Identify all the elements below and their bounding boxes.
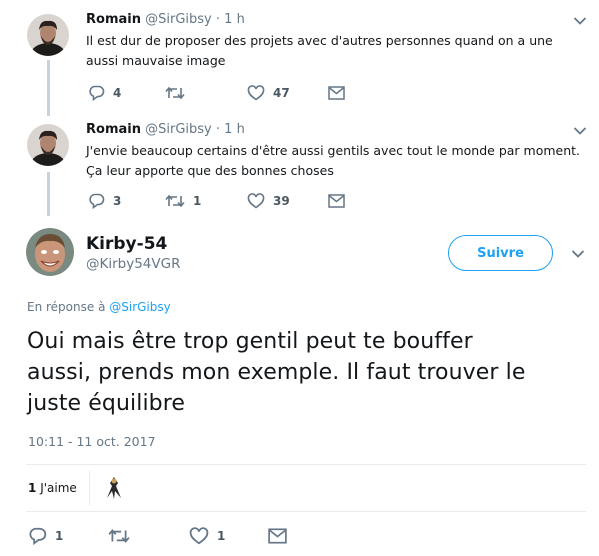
like-button[interactable]: 39 (247, 191, 290, 211)
like-count: 39 (273, 194, 290, 208)
like-button[interactable]: 47 (247, 83, 290, 103)
reply-context: En réponse à @SirGibsy (27, 300, 171, 314)
timestamp[interactable]: 10:11 - 11 oct. 2017 (28, 434, 156, 449)
tweet-text-line: aussi, prends mon exemple. Il faut trouv… (27, 360, 526, 385)
tweet-text-line: Il est dur de proposer des projets avec … (86, 33, 553, 48)
retweet-button[interactable] (165, 83, 193, 103)
reply-count: 3 (113, 194, 122, 208)
like-button[interactable]: 1 (189, 526, 225, 546)
like-icon (247, 193, 265, 209)
divider (89, 471, 90, 505)
like-count: 47 (273, 86, 290, 100)
avatar[interactable] (27, 14, 69, 56)
chevron-down-icon[interactable] (573, 16, 587, 26)
liker-avatar[interactable] (102, 474, 126, 502)
reply-icon (29, 527, 47, 545)
follow-button[interactable]: Suivre (448, 235, 553, 271)
dm-icon (268, 528, 287, 544)
tweet-text-line: juste équilibre (27, 391, 186, 416)
reply-prefix: En réponse à (27, 300, 106, 314)
reply-to-link[interactable]: @SirGibsy (109, 300, 171, 314)
avatar[interactable] (27, 124, 69, 166)
author-handle[interactable]: @Kirby54VGR (86, 255, 180, 273)
retweet-icon (165, 194, 185, 208)
separator: · (215, 122, 221, 137)
thread-connector (47, 172, 50, 216)
like-count: 1 (217, 529, 226, 543)
retweet-button[interactable] (108, 526, 138, 546)
author-name[interactable]: Romain (86, 122, 141, 137)
chevron-down-icon[interactable] (571, 249, 585, 259)
tweet-text-line: J'envie beaucoup certains d'être aussi g… (86, 143, 581, 158)
like-icon (247, 85, 265, 101)
dm-button[interactable] (328, 83, 345, 103)
likes-label: J'aime (40, 481, 77, 495)
likes-total: 1 (28, 481, 37, 495)
dm-icon (328, 194, 345, 208)
reply-icon (89, 85, 105, 101)
reply-button[interactable]: 4 (88, 83, 121, 103)
tweet-text: Oui mais être trop gentil peut te bouffe… (27, 326, 525, 419)
thread-connector (47, 60, 50, 116)
author-name[interactable]: Romain (86, 12, 141, 27)
tweet-text-line: aussi mauvaise image (86, 53, 226, 68)
retweet-icon (108, 529, 130, 543)
dm-icon (328, 86, 345, 100)
dm-button[interactable] (328, 191, 345, 211)
divider (26, 464, 586, 465)
reply-count: 1 (55, 529, 64, 543)
reply-button[interactable]: 1 (28, 526, 63, 546)
retweet-button[interactable]: 1 (165, 191, 201, 211)
tweet-time[interactable]: 1 h (224, 12, 245, 27)
tweet-text-line: Oui mais être trop gentil peut te bouffe… (27, 329, 473, 354)
author-handle[interactable]: @SirGibsy (145, 122, 212, 137)
reply-count: 4 (113, 86, 122, 100)
avatar[interactable] (26, 228, 74, 276)
retweet-icon (165, 86, 185, 100)
tweet-text: Il est dur de proposer des projets avec … (86, 31, 553, 71)
author-handle[interactable]: @SirGibsy (145, 12, 212, 27)
author-name[interactable]: Kirby-54 (86, 234, 167, 254)
dm-button[interactable] (268, 526, 287, 546)
likes-summary[interactable]: 1 J'aime (28, 481, 77, 495)
tweet-time[interactable]: 1 h (224, 122, 245, 137)
divider (26, 511, 586, 512)
retweet-count: 1 (193, 194, 202, 208)
reply-icon (89, 193, 105, 209)
tweet-text-line: Ça leur apporte que des bonnes choses (86, 163, 334, 178)
like-icon (189, 527, 209, 545)
reply-button[interactable]: 3 (88, 191, 121, 211)
tweet-text: J'envie beaucoup certains d'être aussi g… (86, 141, 580, 181)
separator: · (215, 12, 221, 27)
chevron-down-icon[interactable] (573, 126, 587, 136)
